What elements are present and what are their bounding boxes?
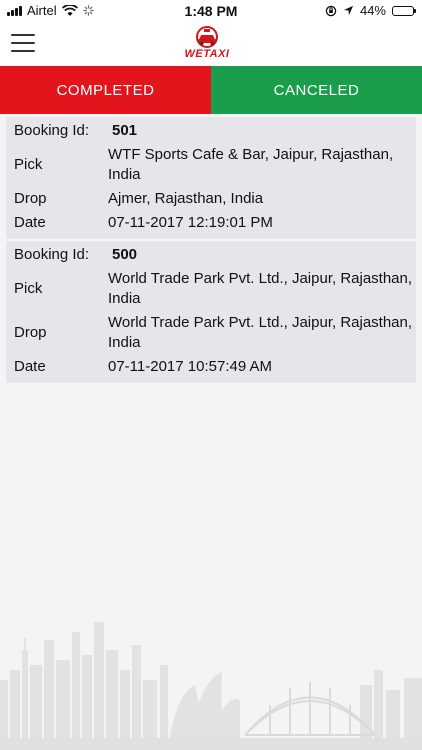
status-bar: Airtel 1:48 PM 44% [0, 0, 422, 22]
pick-label: Pick [14, 280, 43, 297]
date-value: 07-11-2017 12:19:01 PM [108, 214, 273, 231]
booking-id-label: Booking Id: [14, 246, 90, 263]
status-right: 44% [325, 3, 416, 18]
drop-row: Drop World Trade Park Pvt. Ltd., Jaipur,… [6, 311, 416, 355]
city-skyline-illustration [0, 622, 422, 750]
hamburger-menu-button[interactable] [11, 34, 35, 54]
date-row: Date 07-11-2017 10:57:49 AM [6, 355, 416, 379]
booking-tabs: COMPLETED CANCELED [0, 66, 422, 114]
booking-id-value: 500 [112, 246, 138, 263]
date-label: Date [14, 358, 46, 375]
taxi-logo-icon [196, 26, 218, 48]
drop-row: Drop Ajmer, Rajasthan, India [6, 187, 416, 211]
drop-label: Drop [14, 324, 47, 341]
rotation-lock-icon [325, 5, 337, 16]
drop-label: Drop [14, 190, 47, 207]
date-label: Date [14, 214, 46, 231]
pick-row: Pick World Trade Park Pvt. Ltd., Jaipur,… [6, 267, 416, 311]
booking-id-row: Booking Id: 501 [6, 119, 416, 143]
pick-value: WTF Sports Cafe & Bar, Jaipur, Rajasthan… [108, 146, 394, 183]
tab-canceled[interactable]: CANCELED [211, 66, 422, 114]
drop-value: World Trade Park Pvt. Ltd., Jaipur, Raja… [108, 314, 413, 351]
booking-id-row: Booking Id: 500 [6, 243, 416, 267]
date-value: 07-11-2017 10:57:49 AM [108, 358, 273, 375]
battery-icon [392, 5, 416, 16]
date-row: Date 07-11-2017 12:19:01 PM [6, 211, 416, 235]
booking-card[interactable]: Booking Id: 500 Pick World Trade Park Pv… [6, 241, 416, 385]
booking-id-value: 501 [112, 122, 138, 139]
tab-completed[interactable]: COMPLETED [0, 66, 211, 114]
booking-id-label: Booking Id: [14, 122, 90, 139]
pick-row: Pick WTF Sports Cafe & Bar, Jaipur, Raja… [6, 143, 416, 187]
pick-value: World Trade Park Pvt. Ltd., Jaipur, Raja… [108, 270, 413, 307]
location-arrow-icon [343, 5, 354, 16]
battery-percent: 44% [359, 3, 386, 18]
drop-value: Ajmer, Rajasthan, India [108, 190, 264, 207]
wetaxi-logo: WETAXI [184, 26, 230, 62]
nav-bar: WETAXI [0, 22, 422, 66]
booking-card[interactable]: Booking Id: 501 Pick WTF Sports Cafe & B… [6, 117, 416, 241]
logo-text: WETAXI [184, 48, 230, 60]
booking-list: Booking Id: 501 Pick WTF Sports Cafe & B… [6, 117, 416, 385]
pick-label: Pick [14, 156, 43, 173]
